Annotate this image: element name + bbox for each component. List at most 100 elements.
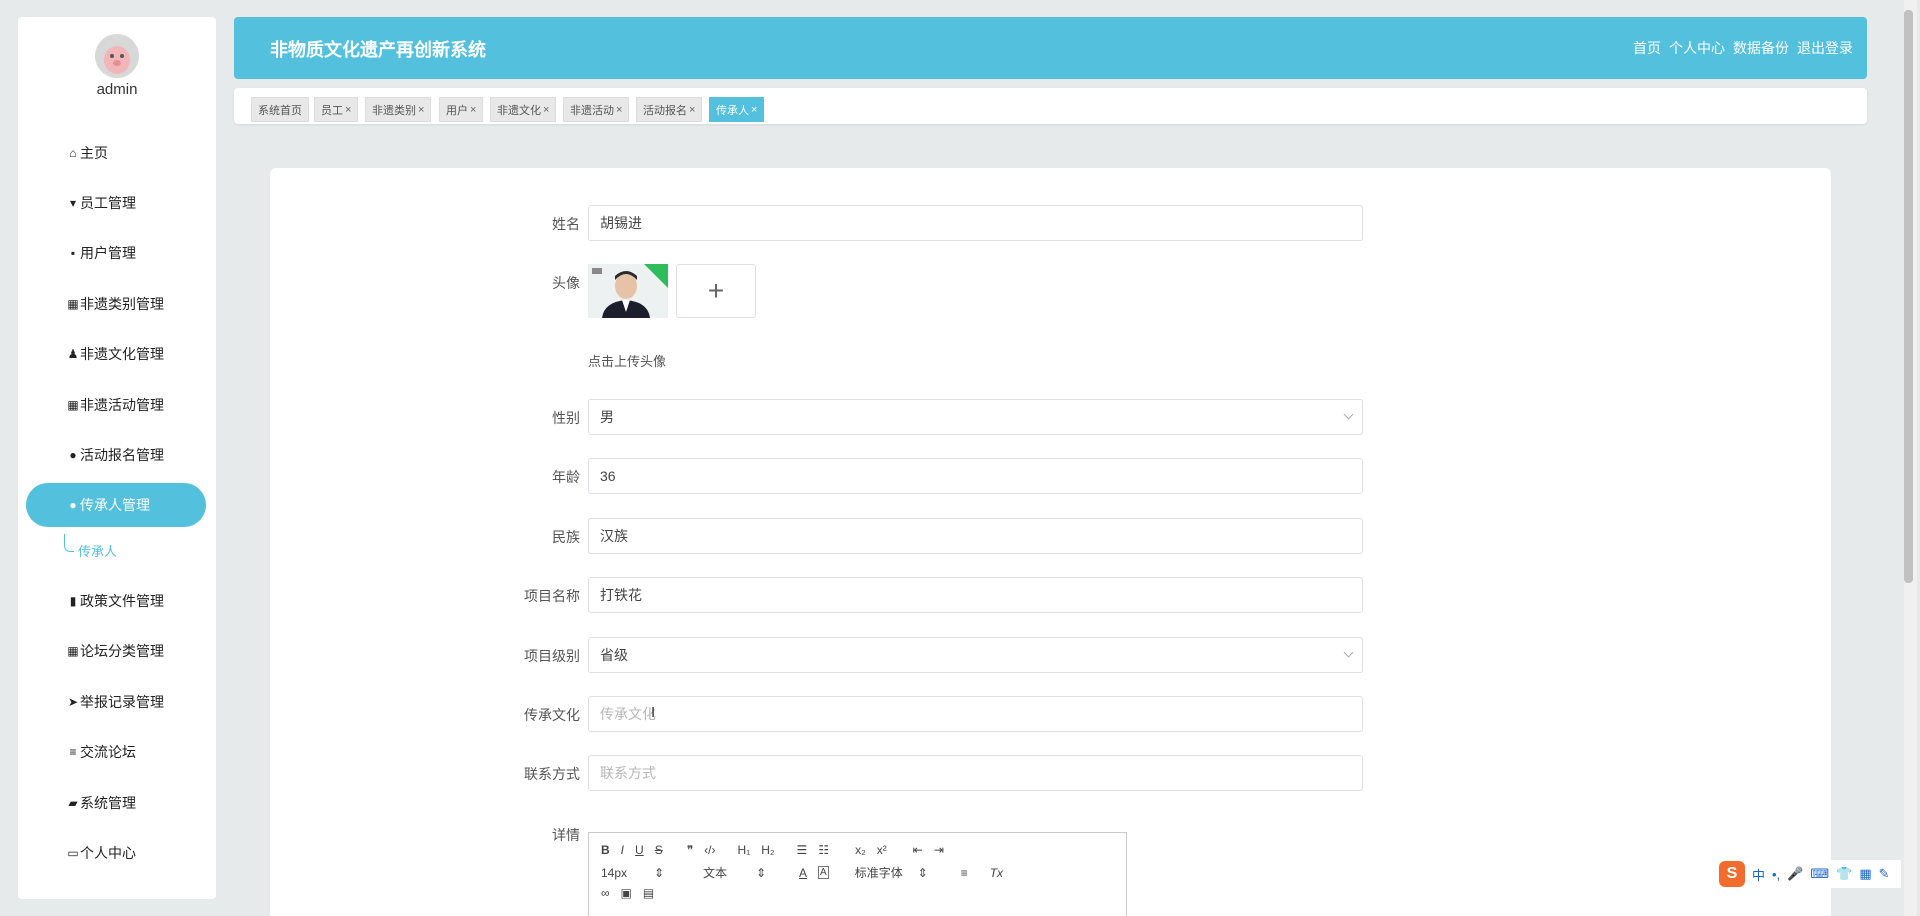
sidebar-item-report[interactable]: ➤ 举报记录管理 [26, 680, 206, 724]
align-icon[interactable]: ≡ [961, 866, 968, 880]
project-level-select[interactable]: 省级 [588, 637, 1363, 673]
nav-profile-link[interactable]: 个人中心 [1669, 38, 1725, 58]
tab-label: 员工 [321, 104, 343, 117]
gender-select[interactable]: 男 [588, 399, 1363, 435]
sidebar-item-employee[interactable]: ▾ 员工管理 [26, 181, 206, 225]
indent-icon[interactable]: ⇥ [934, 843, 944, 857]
sogou-logo-icon[interactable]: S [1719, 861, 1745, 887]
bold-icon[interactable]: B [601, 843, 610, 857]
name-input[interactable]: 胡锡进 [588, 205, 1363, 241]
project-level-value: 省级 [600, 647, 628, 663]
tab-label: 用户 [446, 104, 468, 117]
close-icon[interactable]: × [418, 104, 424, 116]
tab-employee[interactable]: 员工 × [314, 97, 359, 122]
tabs-bar: 系统首页 员工 × 非遗类别 × 用户 × 非遗文化 × 非遗活动 × 活动报名… [234, 88, 1867, 124]
sidebar-item-inheritor[interactable]: ● 传承人管理 [26, 483, 206, 527]
link-icon[interactable]: ∞ [601, 886, 610, 900]
ethnicity-input[interactable]: 汉族 [588, 518, 1363, 554]
underline-icon[interactable]: U [635, 843, 644, 857]
nav-home-link[interactable]: 首页 [1633, 38, 1661, 58]
close-icon[interactable]: × [616, 104, 622, 116]
chevron-down-icon [1343, 647, 1354, 658]
tab-home[interactable]: 系统首页 [251, 97, 309, 122]
ime-chinese-mode[interactable]: 中 [1752, 865, 1765, 884]
sidebar-item-policy[interactable]: ▮ 政策文件管理 [26, 579, 206, 623]
avatar-thumbnail[interactable] [588, 264, 668, 318]
ordered-list-icon[interactable]: ☰ [797, 843, 808, 857]
tab-culture[interactable]: 非遗文化 × [490, 97, 557, 122]
rich-text-editor[interactable]: B I U S ❞ ‹/› H₁ H₂ ☰ ☷ x₂ x² ⇤ ⇥ 14px ⇕… [588, 832, 1127, 916]
project-level-label: 项目级别 [524, 648, 580, 664]
sidebar-item-signup[interactable]: ● 活动报名管理 [26, 433, 206, 477]
ime-microphone-icon[interactable]: 🎤 [1787, 866, 1803, 882]
editor-toolbar-row: ∞ ▣ ▤ [601, 886, 665, 900]
age-input[interactable]: 36 [588, 458, 1363, 494]
close-icon[interactable]: × [345, 104, 351, 116]
detail-label: 详情 [552, 827, 580, 843]
heading2-icon[interactable]: H₂ [761, 843, 774, 857]
clear-format-icon[interactable]: Tx [990, 866, 1003, 880]
blockquote-icon[interactable]: ❞ [687, 843, 693, 857]
sidebar-item-activity[interactable]: ▦ 非遗活动管理 [26, 383, 206, 427]
ime-skin-icon[interactable]: 👕 [1836, 866, 1852, 882]
background-color-icon[interactable]: A [818, 866, 829, 879]
close-icon[interactable]: × [470, 104, 476, 116]
close-icon[interactable]: × [751, 104, 757, 116]
contact-input[interactable]: 联系方式 [588, 755, 1363, 791]
close-icon[interactable]: × [543, 104, 549, 116]
tab-inheritor[interactable]: 传承人 × [709, 97, 765, 122]
sidebar-item-label: 主页 [80, 145, 108, 161]
submenu-connector [64, 534, 74, 552]
nav-logout-link[interactable]: 退出登录 [1797, 38, 1853, 58]
block-type-select[interactable]: 文本 ⇕ [703, 864, 777, 881]
ime-toolbar[interactable]: S 中 •, 🎤 ⌨ 👕 ▦ ✎ [1715, 860, 1901, 888]
ime-tool-icon[interactable]: ✎ [1879, 866, 1890, 882]
font-family-select[interactable]: 标准字体 ⇕ [855, 864, 939, 881]
ime-punctuation-icon[interactable]: •, [1772, 867, 1780, 882]
font-color-icon[interactable]: A [799, 866, 807, 880]
ime-keyboard-icon[interactable]: ⌨ [1810, 866, 1829, 882]
strikethrough-icon[interactable]: S [655, 843, 663, 857]
sidebar-item-forum-category[interactable]: ▦ 论坛分类管理 [26, 629, 206, 673]
sidebar-item-culture[interactable]: ♟ 非遗文化管理 [26, 332, 206, 376]
bullet-list-icon[interactable]: ☷ [818, 843, 829, 857]
name-label: 姓名 [552, 216, 580, 232]
close-icon[interactable]: × [689, 104, 695, 116]
sidebar-item-profile[interactable]: ▭ 个人中心 [26, 831, 206, 875]
sidebar-item-home[interactable]: ⌂ 主页 [26, 131, 206, 175]
code-icon[interactable]: ‹/› [704, 843, 715, 857]
italic-icon[interactable]: I [621, 843, 624, 857]
ime-toolbox-icon[interactable]: ▦ [1859, 866, 1871, 882]
sidebar-item-user[interactable]: ▪ 用户管理 [26, 231, 206, 275]
sidebar-item-label: 活动报名管理 [80, 447, 164, 463]
sidebar-item-forum[interactable]: ≡ 交流论坛 [26, 730, 206, 774]
video-icon[interactable]: ▤ [643, 886, 654, 900]
scrollbar-thumb[interactable] [1904, 10, 1913, 583]
page-scrollbar[interactable] [1904, 0, 1917, 916]
font-size-select[interactable]: 14px ⇕ [601, 866, 675, 880]
heading1-icon[interactable]: H₁ [738, 843, 751, 857]
heritage-culture-label: 传承文化 [524, 707, 580, 723]
bulb-icon: ● [69, 498, 77, 512]
admin-avatar[interactable] [95, 34, 139, 78]
sidebar-subitem-inheritor[interactable]: 传承人 [78, 541, 117, 560]
gender-label: 性别 [552, 410, 580, 426]
sidebar-item-system[interactable]: ▰ 系统管理 [26, 781, 206, 825]
tab-user[interactable]: 用户 × [439, 97, 484, 122]
sidebar-item-category[interactable]: ▦ 非遗类别管理 [26, 282, 206, 326]
tab-signup[interactable]: 活动报名 × [636, 97, 703, 122]
tab-activity[interactable]: 非遗活动 × [563, 97, 630, 122]
project-name-input[interactable]: 打铁花 [588, 577, 1363, 613]
send-icon: ➤ [67, 695, 79, 709]
image-icon[interactable]: ▣ [621, 886, 632, 900]
sidebar-item-label: 交流论坛 [80, 744, 136, 760]
heritage-culture-input[interactable]: 传承文化 [588, 696, 1363, 732]
upload-avatar-button[interactable]: + [676, 264, 756, 318]
superscript-icon[interactable]: x² [877, 843, 887, 857]
outdent-icon[interactable]: ⇤ [913, 843, 923, 857]
subscript-icon[interactable]: x₂ [855, 843, 866, 857]
upload-hint: 点击上传头像 [588, 354, 667, 369]
tab-category[interactable]: 非遗类别 × [365, 97, 432, 122]
image-badge-icon [644, 264, 668, 288]
nav-backup-link[interactable]: 数据备份 [1733, 38, 1789, 58]
